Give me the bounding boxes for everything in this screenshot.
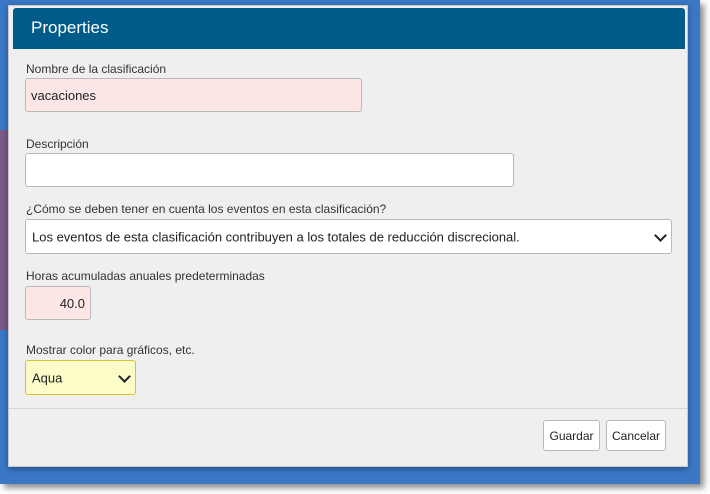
evaluation-select[interactable]: Los eventos de esta clasificación contri… xyxy=(25,219,672,254)
save-button[interactable]: Guardar xyxy=(543,420,600,451)
color-selected-value: Aqua xyxy=(32,370,63,385)
color-select[interactable]: Aqua xyxy=(25,360,136,395)
chevron-down-icon xyxy=(654,228,667,242)
description-input[interactable] xyxy=(25,153,514,187)
cancel-button[interactable]: Cancelar xyxy=(606,420,666,451)
evaluation-selected-value: Los eventos de esta clasificación contri… xyxy=(32,229,520,244)
color-label: Mostrar color para gráficos, etc. xyxy=(26,343,195,357)
hours-input[interactable] xyxy=(25,286,91,320)
properties-dialog: Properties Nombre de la clasificación De… xyxy=(8,5,688,467)
name-input[interactable] xyxy=(25,78,362,112)
hours-label: Horas acumuladas anuales predeterminadas xyxy=(26,269,265,283)
background-strip xyxy=(0,130,8,330)
footer-divider xyxy=(9,408,687,409)
description-label: Descripción xyxy=(26,137,89,151)
name-label: Nombre de la clasificación xyxy=(26,62,167,76)
dialog-title: Properties xyxy=(31,18,109,37)
dialog-header: Properties xyxy=(13,8,685,49)
chevron-down-icon xyxy=(118,369,131,383)
evaluation-label: ¿Cómo se deben tener en cuenta los event… xyxy=(26,202,387,216)
